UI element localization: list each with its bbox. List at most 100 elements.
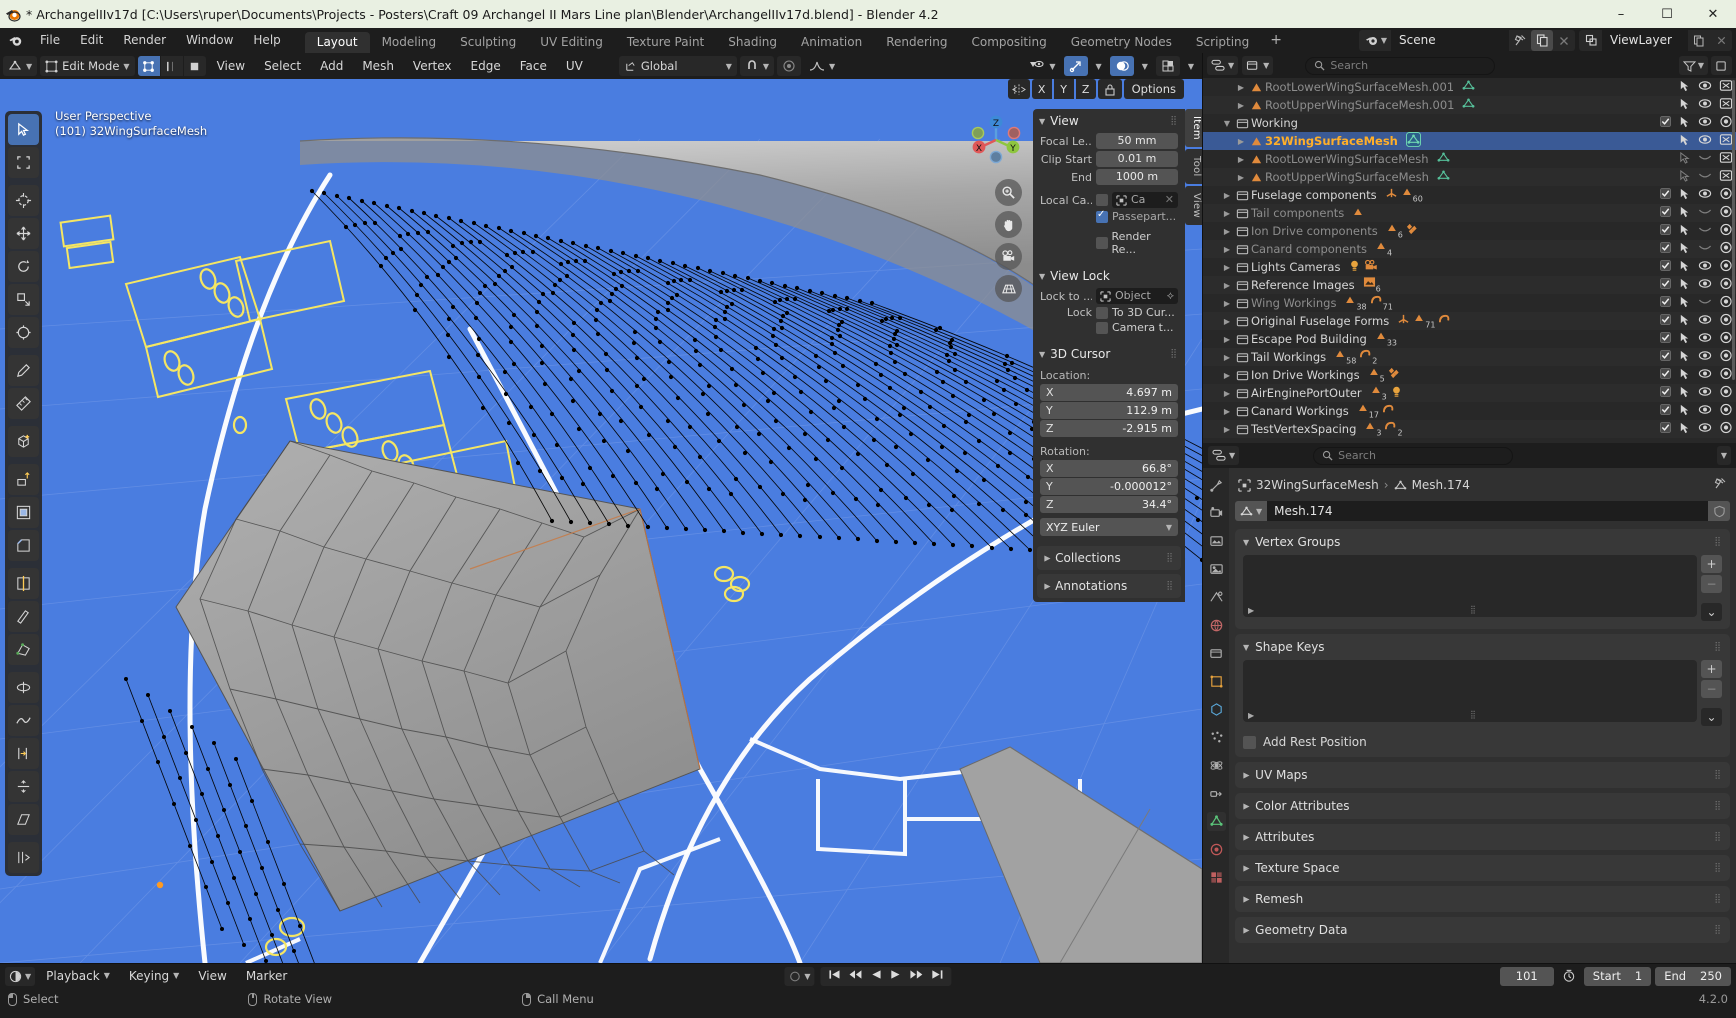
- menu-edit[interactable]: Edit: [70, 28, 113, 53]
- cursor-panel-header[interactable]: ▼ 3D Cursor ⣿: [1033, 342, 1185, 366]
- expand-chevron-icon[interactable]: ▶: [1221, 389, 1233, 398]
- timeline-menu-playback[interactable]: Playback ▼: [38, 966, 118, 986]
- disable-render-icon[interactable]: [1719, 187, 1733, 203]
- outliner-search-input[interactable]: Search: [1305, 56, 1496, 75]
- exclude-checkbox[interactable]: [1660, 242, 1671, 256]
- outliner-row[interactable]: ▶ RootUpperWingSurfaceMesh.001: [1203, 96, 1736, 114]
- cursor-rotation-x[interactable]: X 66.8°: [1040, 460, 1178, 477]
- shading-dropdown[interactable]: ▼: [1183, 56, 1199, 76]
- disable-render-icon[interactable]: [1719, 421, 1733, 437]
- mirror-icon[interactable]: [1007, 79, 1030, 99]
- exclude-checkbox[interactable]: [1660, 260, 1671, 274]
- scene-name-field[interactable]: Scene: [1391, 30, 1509, 51]
- jump-start-icon[interactable]: [829, 969, 842, 983]
- view-lock-panel-header[interactable]: ▼ View Lock: [1033, 264, 1185, 288]
- viewport-menu-face[interactable]: Face: [512, 56, 555, 76]
- hide-icon[interactable]: [1698, 278, 1712, 292]
- restrict-select-icon[interactable]: [1678, 350, 1691, 365]
- item-list[interactable]: ▶ ⣿: [1243, 660, 1697, 722]
- exclude-checkbox[interactable]: [1660, 386, 1671, 400]
- timeline-editor-icon[interactable]: ▼: [5, 966, 36, 986]
- hide-icon[interactable]: [1698, 116, 1712, 130]
- camera-to-view-checkbox[interactable]: [1096, 321, 1108, 334]
- minimize-button[interactable]: –: [1598, 0, 1644, 28]
- hide-icon[interactable]: [1698, 404, 1712, 418]
- shear-tool[interactable]: [8, 804, 39, 835]
- expand-chevron-icon[interactable]: ▶: [1221, 263, 1233, 272]
- focal-length-field[interactable]: 50 mm: [1096, 133, 1178, 149]
- outliner-tree[interactable]: ▶ RootLowerWingSurfaceMesh.001 ▶ RootUpp…: [1203, 78, 1736, 443]
- properties-tab-particles[interactable]: [1207, 728, 1226, 747]
- workspace-tab-geometry-nodes[interactable]: Geometry Nodes: [1059, 32, 1184, 53]
- viewport-menu-vertex[interactable]: Vertex: [405, 56, 460, 76]
- outliner-row[interactable]: ▶ 32WingSurfaceMesh: [1203, 132, 1736, 150]
- disable-render-icon[interactable]: [1719, 241, 1733, 257]
- outliner-row[interactable]: ▶ Ion Drive Workings 5: [1203, 366, 1736, 384]
- view-layer-new-icon[interactable]: [1688, 30, 1710, 51]
- outliner-new-collection-icon[interactable]: ▼: [1242, 56, 1274, 75]
- rip-region-tool[interactable]: [8, 842, 39, 873]
- clip-start-field[interactable]: 0.01 m: [1096, 151, 1178, 167]
- sidebar-tab-view[interactable]: View: [1185, 185, 1202, 225]
- disable-render-icon[interactable]: [1719, 349, 1733, 365]
- outliner-display-mode-icon[interactable]: ▼: [1207, 56, 1239, 75]
- move-tool[interactable]: [8, 218, 39, 249]
- face-select-icon[interactable]: [183, 56, 206, 76]
- frame-range-field[interactable]: Start 1: [1583, 966, 1652, 986]
- viewport-menu-uv[interactable]: UV: [558, 56, 591, 76]
- outliner-scrollbar[interactable]: [1732, 80, 1735, 380]
- knife-tool[interactable]: [8, 601, 39, 632]
- hide-icon[interactable]: [1698, 188, 1712, 202]
- hide-icon[interactable]: [1698, 350, 1712, 364]
- outliner-new-icon[interactable]: [1711, 56, 1732, 75]
- camera-view-icon[interactable]: [995, 243, 1022, 270]
- add-rest-position-checkbox[interactable]: [1243, 735, 1256, 749]
- list-specials-button[interactable]: ⌄: [1701, 603, 1722, 621]
- hide-icon[interactable]: [1698, 134, 1712, 148]
- new-scene-icon[interactable]: [1531, 30, 1553, 51]
- expand-chevron-icon[interactable]: ▶: [1221, 317, 1233, 326]
- lock-icon[interactable]: [1097, 79, 1122, 99]
- disable-render-icon[interactable]: [1719, 295, 1733, 311]
- sync-icon[interactable]: ▼: [784, 966, 815, 986]
- expand-chevron-icon[interactable]: ▶: [1235, 137, 1247, 146]
- expand-chevron-icon[interactable]: ▶: [1221, 371, 1233, 380]
- prev-keyframe-icon[interactable]: [849, 969, 864, 983]
- transform-orientation-selector[interactable]: Global ▼: [618, 56, 737, 76]
- restrict-select-icon[interactable]: [1678, 332, 1691, 347]
- pin-icon[interactable]: [1714, 477, 1727, 493]
- exclude-checkbox[interactable]: [1660, 188, 1671, 202]
- eyedropper-icon[interactable]: ⟡: [1167, 288, 1174, 304]
- workspace-tab-layout[interactable]: Layout: [304, 32, 370, 53]
- clip-end-field[interactable]: 1000 m: [1096, 169, 1178, 185]
- properties-tab-view-layer[interactable]: [1207, 560, 1226, 579]
- expand-chevron-icon[interactable]: ▶: [1221, 407, 1233, 416]
- disable-render-icon[interactable]: [1719, 331, 1733, 347]
- list-expand-icon[interactable]: ▶: [1248, 711, 1254, 720]
- workspace-tab-compositing[interactable]: Compositing: [959, 32, 1058, 53]
- menu-file[interactable]: File: [30, 28, 70, 53]
- overlays-dropdown[interactable]: ▼: [1137, 56, 1153, 76]
- cursor-rotation-y[interactable]: Y -0.000012°: [1040, 478, 1178, 495]
- exclude-checkbox[interactable]: [1660, 368, 1671, 382]
- disable-render-icon[interactable]: [1719, 205, 1733, 221]
- properties-tab-modifiers[interactable]: [1207, 700, 1226, 719]
- rotate-tool[interactable]: [8, 251, 39, 282]
- mirror-axis-x[interactable]: X: [1031, 79, 1052, 99]
- expand-chevron-icon[interactable]: ▼: [1221, 119, 1233, 128]
- start-value[interactable]: 1: [1635, 969, 1642, 983]
- pin-icon[interactable]: [1509, 30, 1531, 51]
- restrict-select-icon[interactable]: [1678, 296, 1691, 311]
- options-button[interactable]: Options: [1123, 79, 1184, 99]
- expand-chevron-icon[interactable]: ▶: [1221, 245, 1233, 254]
- restrict-select-icon[interactable]: [1678, 260, 1691, 275]
- outliner-row[interactable]: ▶ Ion Drive components 6: [1203, 222, 1736, 240]
- visibility-icon[interactable]: ▼: [1024, 56, 1060, 76]
- properties-tab-constraints[interactable]: [1207, 784, 1226, 803]
- extrude-region-tool[interactable]: [8, 464, 39, 495]
- hide-icon[interactable]: [1698, 80, 1712, 94]
- outliner-row[interactable]: ▶ Reference Images 6: [1203, 276, 1736, 294]
- bevel-tool[interactable]: [8, 530, 39, 561]
- scale-tool[interactable]: [8, 284, 39, 315]
- list-grip-icon[interactable]: ⣿: [1470, 605, 1477, 614]
